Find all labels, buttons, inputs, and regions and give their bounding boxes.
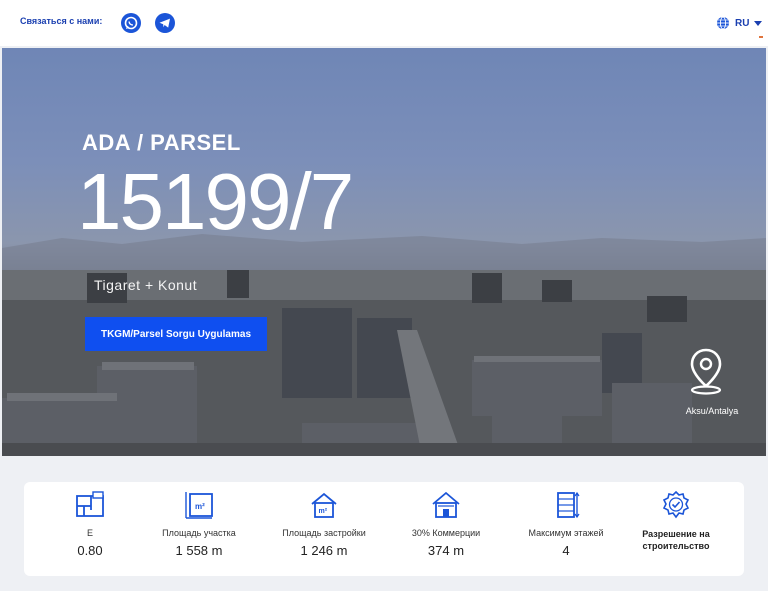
stat-building-area: m² Площадь застройки 1 246 m <box>264 490 384 558</box>
stat-value: 374 m <box>427 543 465 558</box>
stat-commercial: 30% Коммерции 374 m <box>386 490 506 558</box>
stat-building-permit: Разрешение на строительство <box>616 490 736 552</box>
telegram-icon[interactable] <box>155 13 175 33</box>
verified-badge-icon <box>662 490 690 519</box>
svg-text:m²: m² <box>195 502 205 511</box>
contact-label: Связаться с нами: <box>20 16 103 26</box>
chevron-down-icon <box>754 20 763 26</box>
stat-label: Максимум этажей <box>528 528 604 538</box>
stat-value: 1 246 m <box>300 543 348 558</box>
city-background-image <box>2 234 766 456</box>
location-pin-icon <box>690 348 722 395</box>
top-bar: Связаться с нами: RU <box>0 0 768 46</box>
whatsapp-icon[interactable] <box>121 13 141 33</box>
house-area-icon: m² <box>311 492 337 518</box>
stat-value: 1 558 m <box>175 543 223 558</box>
stat-label: Площадь застройки <box>282 528 366 538</box>
hero-banner: ADA / PARSEL 15199/7 Tigaret + Konut TKG… <box>2 48 766 456</box>
language-selector[interactable]: RU <box>716 14 763 32</box>
stat-floor-area-ratio: E 0.80 <box>30 490 150 558</box>
commercial-building-icon <box>432 491 460 518</box>
floor-plan-icon <box>76 491 104 517</box>
stat-label: 30% Коммерции <box>411 528 481 538</box>
language-label: RU <box>735 17 750 29</box>
stat-value: 4 <box>562 543 570 558</box>
building-floors-icon <box>557 491 580 519</box>
plot-area-icon: m² <box>185 492 213 519</box>
stat-plot-area: m² Площадь участка 1 558 m <box>139 490 259 558</box>
location-label: Aksu/Antalya <box>685 406 739 416</box>
stat-value: 0.80 <box>77 543 103 558</box>
tkgm-query-button[interactable]: TKGM/Parsel Sorgu Uygulamas <box>85 317 267 351</box>
zoning-type: Tigaret + Konut <box>94 277 198 293</box>
stat-max-floors: Максимум этажей 4 <box>506 490 626 558</box>
stat-label: Разрешение на строительство <box>642 529 710 551</box>
stat-label: E <box>86 528 93 538</box>
stats-panel: E 0.80 m² Площадь участка 1 558 m m² Пло… <box>24 482 744 576</box>
language-indicator <box>759 36 763 38</box>
parcel-number: 15199/7 <box>77 157 354 246</box>
svg-text:m²: m² <box>319 508 328 515</box>
stat-label: Площадь участка <box>162 528 236 538</box>
globe-icon <box>717 16 729 30</box>
hero-eyebrow: ADA / PARSEL <box>82 130 241 155</box>
